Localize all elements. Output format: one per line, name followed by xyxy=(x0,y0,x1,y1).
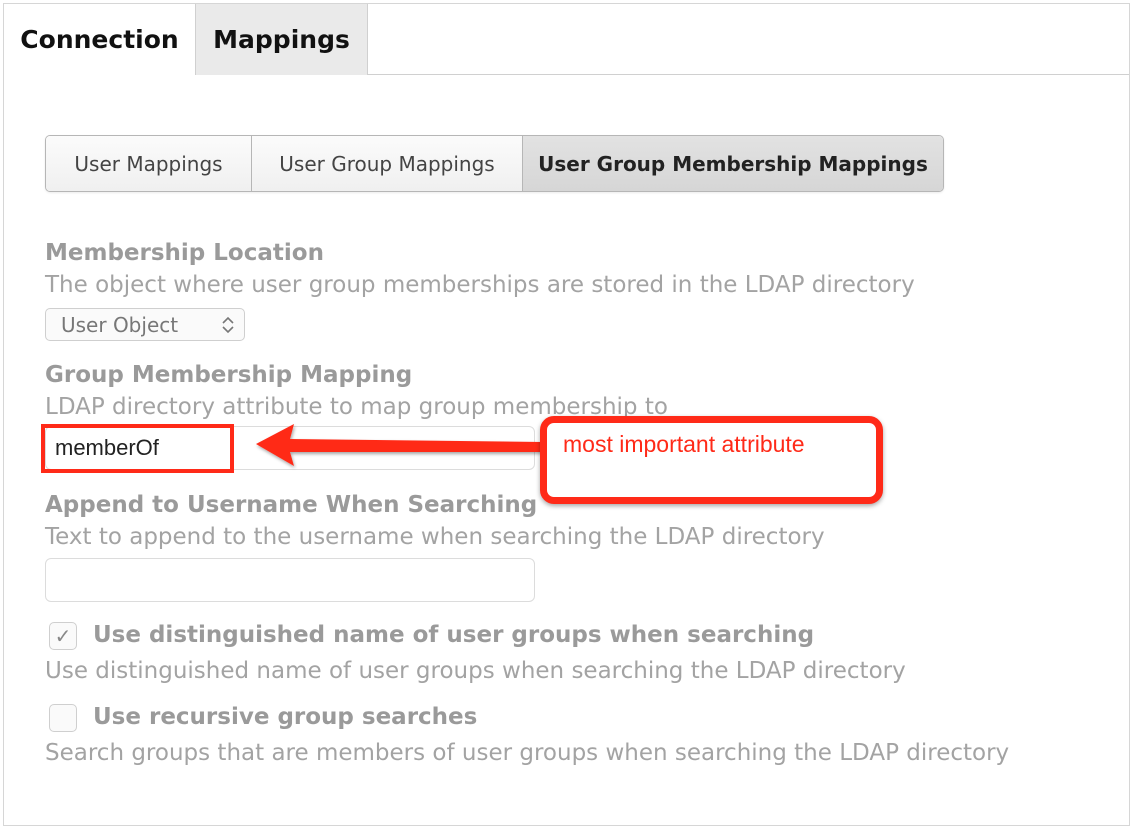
user-group-mappings-button[interactable]: User Group Mappings xyxy=(252,136,523,191)
checkmark-icon: ✓ xyxy=(54,624,72,648)
use-dn-label: Use distinguished name of user groups wh… xyxy=(93,622,815,648)
group-membership-mapping-label: Group Membership Mapping xyxy=(45,362,413,388)
use-dn-checkbox[interactable]: ✓ xyxy=(49,622,77,650)
append-username-label: Append to Username When Searching xyxy=(45,492,538,518)
settings-panel: Connection Mappings User Mappings User G… xyxy=(3,3,1130,826)
tab-mappings[interactable]: Mappings xyxy=(195,4,368,75)
mapping-segmented-control: User Mappings User Group Mappings User G… xyxy=(45,135,944,192)
user-group-membership-mappings-button[interactable]: User Group Membership Mappings xyxy=(523,136,943,191)
top-tab-bar: Connection Mappings xyxy=(4,4,1129,75)
annotation-text: most important attribute xyxy=(563,431,805,457)
tab-connection[interactable]: Connection xyxy=(4,4,195,75)
recursive-description: Search groups that are members of user g… xyxy=(45,740,1010,766)
membership-location-label: Membership Location xyxy=(45,240,324,266)
recursive-label: Use recursive group searches xyxy=(93,704,478,730)
use-dn-description: Use distinguished name of user groups wh… xyxy=(45,658,906,684)
membership-location-description: The object where user group memberships … xyxy=(45,272,915,298)
append-username-description: Text to append to the username when sear… xyxy=(45,524,825,550)
recursive-checkbox[interactable] xyxy=(49,704,77,732)
membership-location-select[interactable]: User Object xyxy=(45,308,245,341)
append-username-input[interactable] xyxy=(45,558,535,602)
chevron-updown-icon xyxy=(222,316,234,334)
annotation-arrow-icon xyxy=(256,424,542,466)
user-mappings-button[interactable]: User Mappings xyxy=(46,136,252,191)
annotation-callout: most important attribute xyxy=(540,416,883,504)
group-membership-mapping-value: memberOf xyxy=(55,435,159,460)
membership-location-value: User Object xyxy=(61,312,179,337)
